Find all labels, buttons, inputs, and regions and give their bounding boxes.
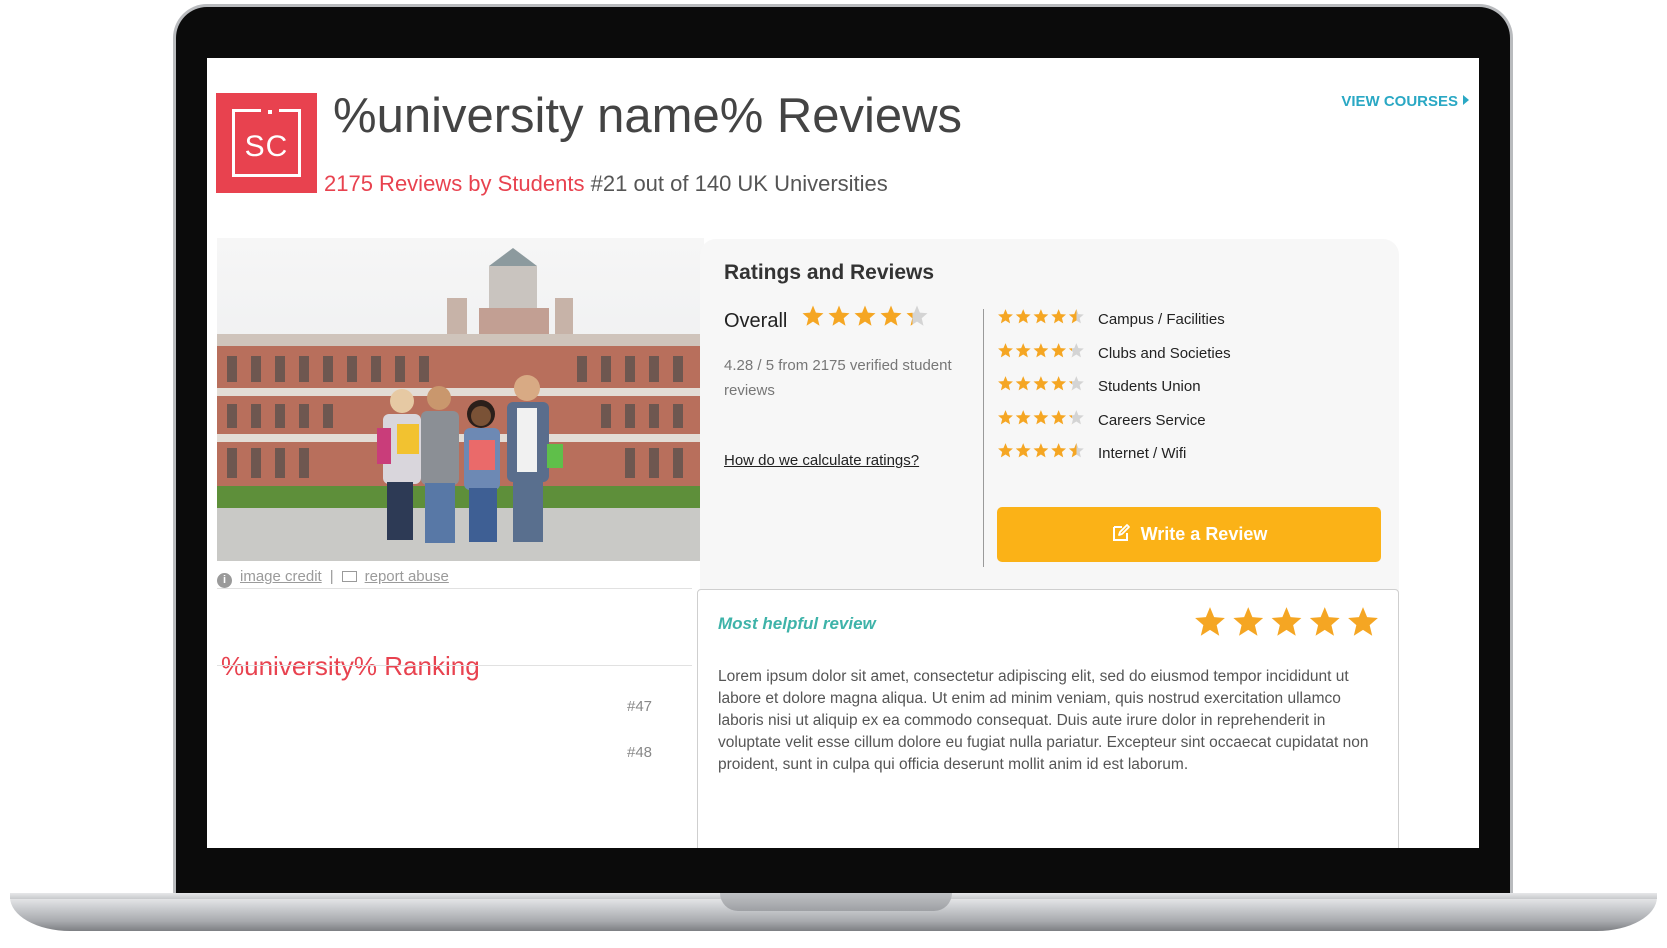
category-label: Careers Service [1098, 412, 1206, 429]
logo-icon[interactable]: SC [216, 93, 317, 193]
star-icon [1051, 410, 1067, 425]
review-count-link[interactable]: 2175 Reviews by Students [324, 171, 585, 196]
star-icon [1051, 443, 1067, 458]
credits-separator: | [329, 568, 334, 585]
star-icon [1068, 376, 1084, 391]
mail-icon [341, 571, 357, 582]
star-icon [1068, 343, 1084, 358]
star-icon [1015, 410, 1031, 425]
page-title: %university name% Reviews [333, 89, 963, 143]
review-title: Most helpful review [718, 614, 876, 633]
review-stars [1193, 605, 1380, 644]
view-courses-label: VIEW COURSES [1341, 93, 1458, 110]
star-icon [998, 376, 1013, 391]
page-subtitle: 2175 Reviews by Students #21 out of 140 … [324, 171, 888, 197]
star-icon [1015, 309, 1031, 324]
star-icon [1051, 376, 1067, 391]
star-icon [1195, 607, 1225, 636]
category-label: Students Union [1098, 378, 1201, 395]
star-icon [1051, 343, 1067, 358]
logo-text: SC [244, 130, 289, 163]
star-icon [1309, 607, 1340, 636]
image-credit-link[interactable]: image credit [240, 568, 322, 585]
star-icon [1033, 343, 1049, 358]
caret-right-icon [1463, 95, 1469, 105]
ratings-card: Ratings and Reviews Overall 4.28 / 5 fro… [700, 239, 1399, 611]
university-rank-text: #21 out of 140 UK Universities [590, 171, 888, 196]
star-icon [1068, 410, 1084, 425]
edit-icon [1111, 510, 1131, 565]
overall-stars [801, 304, 929, 333]
star-icon [1015, 443, 1031, 458]
category-stars [997, 375, 1085, 397]
category-label: Campus / Facilities [1098, 311, 1225, 328]
star-icon [880, 305, 902, 326]
star-icon [1033, 410, 1049, 425]
star-icon [1015, 343, 1031, 358]
divider [217, 665, 692, 666]
category-stars [997, 308, 1085, 330]
star-icon [1233, 607, 1264, 636]
category-stars [997, 409, 1085, 431]
overall-description: 4.28 / 5 from 2175 verified student revi… [724, 357, 952, 399]
most-helpful-review-card: Most helpful review Lorem ipsum dolor si… [697, 589, 1399, 848]
star-icon [998, 343, 1013, 358]
star-icon [1015, 376, 1031, 391]
overall-label: Overall [724, 310, 788, 332]
ratings-title: Ratings and Reviews [724, 261, 935, 284]
category-label: Clubs and Societies [1098, 345, 1231, 362]
browser-screen: SC %university name% Reviews 2175 Review… [207, 58, 1479, 848]
vertical-divider [983, 309, 984, 567]
star-icon [1068, 443, 1084, 458]
review-text: Lorem ipsum dolor sit amet, consectetur … [718, 668, 1369, 773]
star-icon [802, 305, 824, 326]
star-icon [1068, 309, 1084, 324]
write-review-button[interactable]: Write a Review [997, 507, 1381, 562]
star-icon [1033, 443, 1049, 458]
ranking-item: #48 [627, 744, 653, 761]
campus-photo [217, 238, 704, 561]
category-stars [997, 342, 1085, 364]
star-icon [906, 305, 928, 326]
info-icon: i [217, 573, 232, 588]
star-icon [1033, 376, 1049, 391]
ranking-item: #47 [627, 698, 653, 715]
laptop-notch [720, 893, 952, 911]
logo-frame: SC [232, 108, 301, 177]
divider [217, 588, 692, 589]
view-courses-link[interactable]: VIEW COURSES [1341, 93, 1469, 110]
category-label: Internet / Wifi [1098, 445, 1187, 462]
star-icon [1033, 309, 1049, 324]
star-icon [998, 410, 1013, 425]
star-icon [1051, 309, 1067, 324]
star-icon [854, 305, 876, 326]
calculate-ratings-link[interactable]: How do we calculate ratings? [724, 452, 919, 469]
star-icon [828, 305, 850, 326]
laptop-frame: SC %university name% Reviews 2175 Review… [0, 0, 1667, 948]
category-stars [997, 442, 1085, 464]
ranking-title: %university% Ranking [221, 651, 480, 681]
photo-credits: i image credit | report abuse [217, 568, 449, 588]
report-abuse-link[interactable]: report abuse [365, 568, 449, 585]
write-review-label: Write a Review [1140, 524, 1268, 544]
star-icon [1348, 607, 1378, 636]
star-icon [998, 309, 1013, 324]
star-icon [1271, 607, 1302, 636]
star-icon [998, 443, 1013, 458]
